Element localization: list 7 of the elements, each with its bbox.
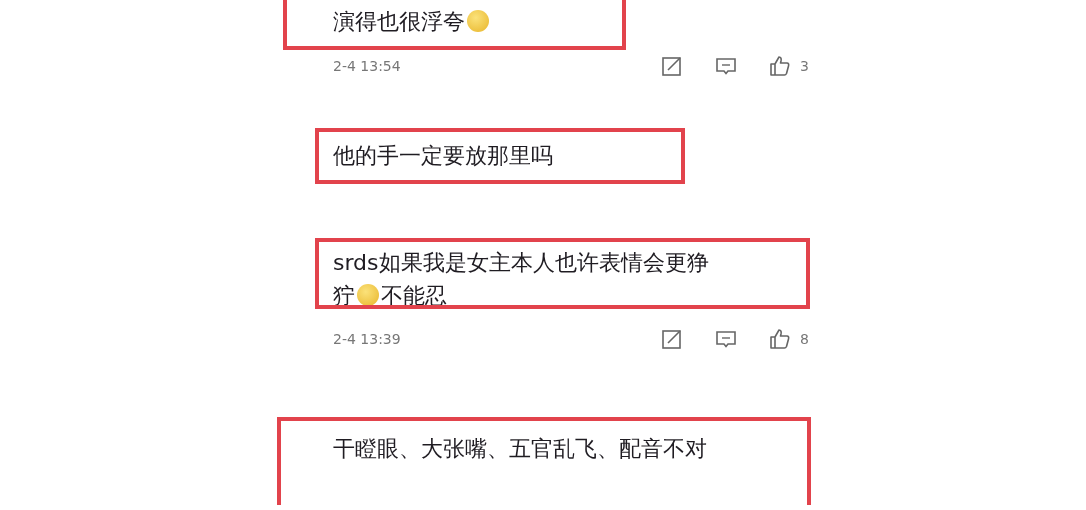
comment-text: 演得也很浮夸: [333, 9, 491, 34]
comment-text: 他的手一定要放那里吗: [333, 143, 553, 168]
like-count: 8: [800, 329, 809, 349]
comment-time: 2-4 13:54: [333, 56, 401, 76]
comment-time: 2-4 13:39: [333, 329, 401, 349]
comment-text: 干瞪眼、大张嘴、五官乱飞、配音不对: [333, 436, 707, 461]
like-count: 3: [800, 56, 809, 76]
